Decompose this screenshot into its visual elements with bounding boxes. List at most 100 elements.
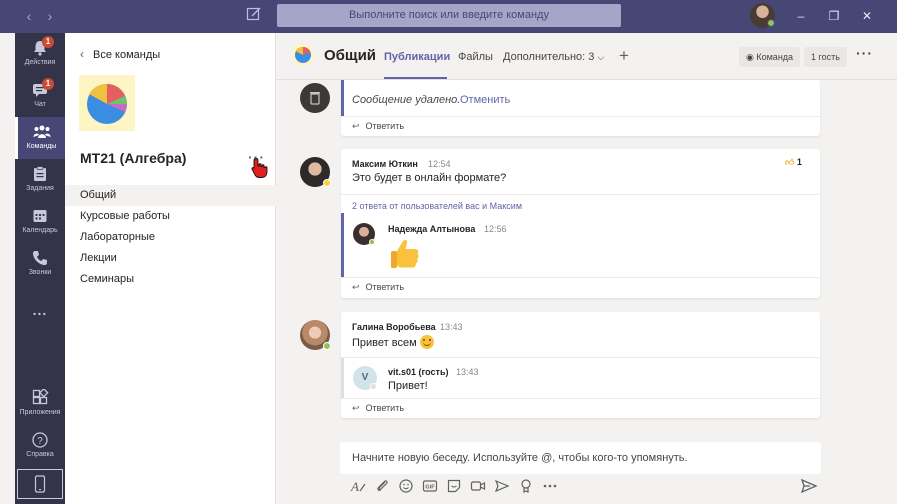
channel-item[interactable]: Общий	[65, 185, 276, 206]
rail-item-chat[interactable]: Чат 1	[15, 75, 65, 117]
more-icon[interactable]: ···	[856, 45, 873, 61]
rail-item-label: Приложения	[19, 409, 61, 416]
reply-label: Ответить	[365, 282, 405, 292]
reply-button[interactable]: ↩ Ответить	[352, 282, 404, 293]
thumbs-up-icon	[391, 239, 419, 268]
divider	[341, 194, 820, 195]
channel-item[interactable]: Лекции	[65, 248, 276, 269]
message-author: vit.s01 (гость)	[388, 367, 449, 377]
tab-more[interactable]: Дополнительно: 3 ⌵	[503, 51, 604, 63]
rail-item-calendar[interactable]: Календарь	[15, 201, 65, 243]
reply-icon: ↩	[352, 403, 360, 413]
reply-label: Ответить	[365, 121, 405, 131]
meet-now-icon[interactable]	[470, 478, 486, 494]
channel-item[interactable]: Семинары	[65, 269, 276, 290]
divider	[341, 116, 820, 117]
sticker-icon[interactable]	[446, 478, 462, 494]
apps-icon	[32, 389, 49, 405]
chevron-right-icon[interactable]: ›	[41, 7, 59, 25]
tab-more-label: Дополнительно: 3	[503, 51, 595, 63]
active-tab-indicator	[384, 77, 447, 79]
reply-button[interactable]: ↩ Ответить	[352, 403, 404, 414]
reply-icon: ↩	[352, 282, 360, 292]
channel-item[interactable]: Курсовые работы	[65, 206, 276, 227]
add-tab-button[interactable]: +	[619, 46, 629, 66]
chevron-left-icon[interactable]: ‹	[20, 7, 38, 25]
title-bar: ‹ › Выполните поиск или введите команду …	[0, 0, 897, 33]
format-icon[interactable]: A	[350, 478, 366, 494]
tab-files[interactable]: Файлы	[458, 51, 493, 63]
rail-item-activity[interactable]: Действия 1	[15, 33, 65, 75]
reply-button[interactable]: ↩ Ответить	[352, 121, 404, 132]
channel-logo	[292, 44, 314, 66]
team-button[interactable]: ◉ Команда	[739, 47, 801, 67]
team-logo	[79, 75, 135, 131]
emoji-icon[interactable]	[398, 478, 414, 494]
eye-icon: ◉	[746, 52, 754, 62]
tab-posts[interactable]: Публикации	[384, 51, 450, 63]
like-count: 1	[796, 157, 802, 167]
more-icon[interactable]	[542, 478, 558, 494]
compose-input[interactable]: Начните новую беседу. Используйте @, что…	[340, 442, 821, 474]
rail-item-more[interactable]: ...	[15, 295, 65, 337]
mobile-icon	[34, 475, 46, 493]
rail-item-label: Задания	[26, 185, 54, 192]
message-time: 13:43	[440, 322, 463, 332]
minimize-icon[interactable]: –	[792, 7, 810, 25]
message-text: Привет всем	[352, 335, 434, 349]
message-author: Галина Воробьева	[352, 322, 436, 332]
rail-item-teams[interactable]: Команды	[15, 117, 65, 159]
thread-bar	[341, 358, 344, 398]
message-list: Сообщение удалено. Отменить ↩ Ответить Ма…	[276, 80, 881, 438]
svg-text:A: A	[350, 479, 359, 494]
assignments-icon	[34, 166, 46, 181]
message-author: Надежда Алтынова	[388, 224, 476, 234]
phone-icon	[33, 251, 47, 265]
divider	[341, 398, 820, 399]
search-input[interactable]: Выполните поиск или введите команду	[277, 4, 621, 27]
close-icon[interactable]: ✕	[858, 7, 876, 25]
gif-icon[interactable]: GIF	[422, 478, 438, 494]
guests-button[interactable]: 1 гость	[804, 47, 847, 67]
rail-item-apps[interactable]: Приложения	[15, 383, 65, 429]
attach-icon[interactable]	[374, 478, 390, 494]
rail-item-assignments[interactable]: Задания	[15, 159, 65, 201]
replies-link[interactable]: 2 ответа от пользователей вас и Максим	[352, 201, 522, 211]
reply-icon: ↩	[352, 121, 360, 131]
maximize-icon[interactable]: ❐	[825, 7, 843, 25]
status-icon	[370, 383, 377, 390]
like-reaction[interactable]: 👍︎ 1	[785, 157, 802, 168]
all-teams-link[interactable]: ‹ Все команды	[80, 47, 160, 61]
teams-window: ‹ › Выполните поиск или введите команду …	[0, 0, 897, 504]
status-icon	[767, 19, 775, 27]
reply-label: Ответить	[365, 403, 405, 413]
praise-icon[interactable]	[518, 478, 534, 494]
device-button[interactable]	[17, 469, 63, 499]
rail-item-label: Справка	[26, 451, 54, 458]
chevron-down-icon: ⌵	[597, 52, 605, 62]
message-time: 12:54	[428, 159, 451, 169]
message-time: 12:56	[484, 224, 507, 234]
deliver-icon[interactable]	[494, 478, 510, 494]
hand-cursor-icon	[251, 158, 268, 178]
rail-item-help[interactable]: ? Справка	[15, 425, 65, 471]
message-text: Привет!	[388, 380, 428, 392]
thread-bar	[341, 80, 344, 116]
send-icon[interactable]	[800, 478, 818, 494]
thread-bar	[341, 213, 344, 277]
scrollbar[interactable]	[881, 80, 897, 504]
undo-link[interactable]: Отменить	[460, 94, 510, 106]
rail-item-calls[interactable]: Звонки	[15, 243, 65, 285]
message-text-body: Привет всем	[352, 337, 417, 349]
channel-item[interactable]: Лабораторные	[65, 227, 276, 248]
deleted-text: Сообщение удалено.	[352, 94, 461, 106]
app-rail: Действия 1 Чат 1 Команды Задания Календа…	[15, 33, 65, 504]
svg-text:?: ?	[37, 436, 43, 447]
trash-icon	[310, 92, 320, 105]
status-icon	[323, 342, 331, 350]
chevron-left-icon: ‹	[80, 47, 84, 61]
all-teams-label: Все команды	[93, 49, 161, 61]
deleted-avatar	[300, 83, 330, 113]
new-chat-icon[interactable]	[246, 6, 266, 26]
team-name: МТ21 (Алгебра)	[80, 150, 187, 166]
